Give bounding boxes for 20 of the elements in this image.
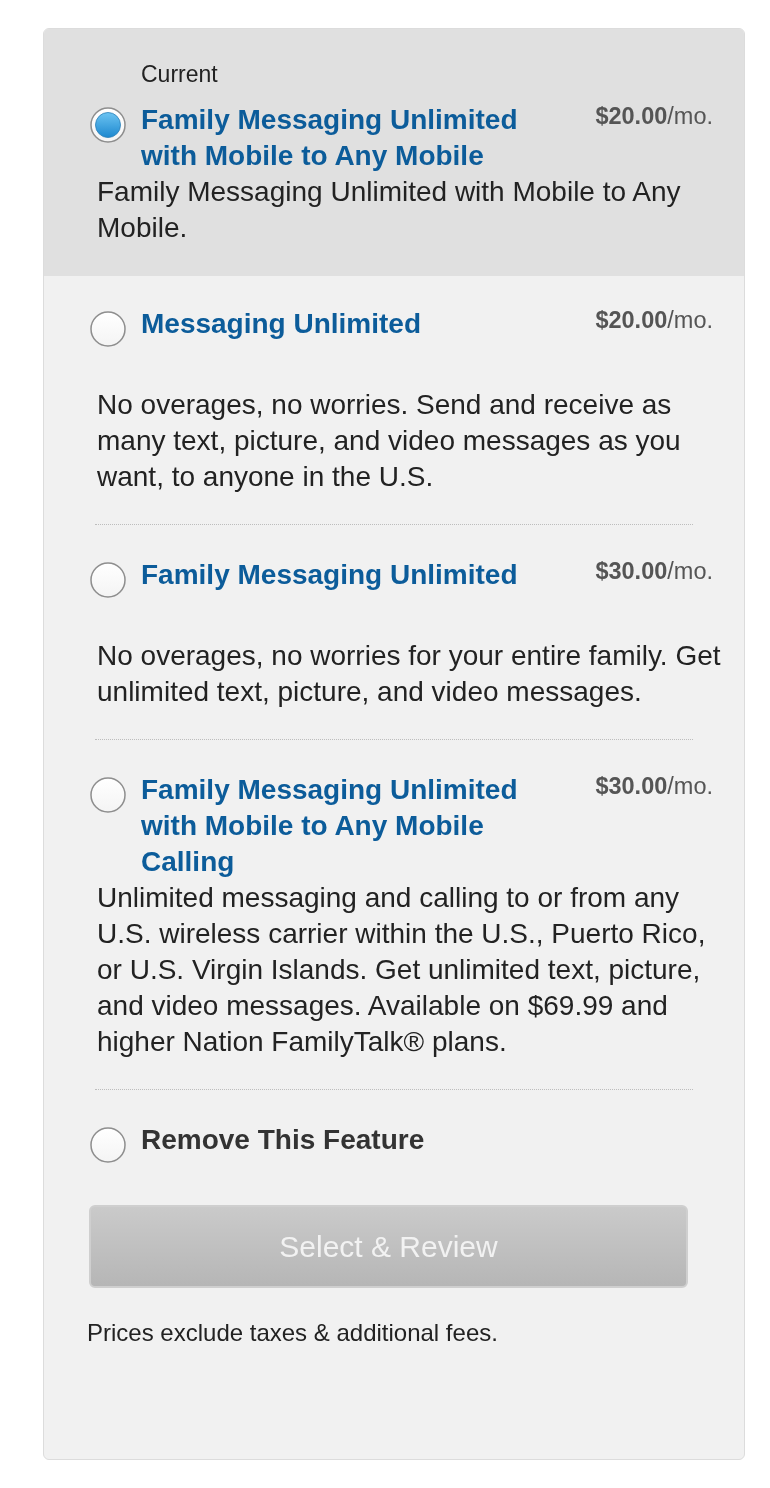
radio-button[interactable] xyxy=(90,1127,126,1163)
plan-price: $20.00/mo. xyxy=(595,102,713,130)
plan-description: Unlimited messaging and calling to or from any U.S. wireless carrier within the U.S., Puerto Rico, or U.S. Virgin Islands. Get unlimited text, picture, and video messages. Available on $69.99 and higher Nation FamilyTalk® plans. xyxy=(97,881,707,1059)
plan-price: $30.00/mo. xyxy=(595,772,713,800)
current-label: Current xyxy=(141,61,218,87)
plan-title: Family Messaging Unlimited xyxy=(141,558,519,592)
plan-price: $20.00/mo. xyxy=(595,306,713,334)
plan-title: Messaging Unlimited xyxy=(141,307,423,341)
plan-description: No overages, no worries. Send and receive as many text, picture, and video messages as you want, to anyone in the U.S. xyxy=(97,388,682,494)
plan-title: Family Messaging Unlimited with Mobile to Any Mobile Calling xyxy=(141,773,519,879)
plan-title: Remove This Feature xyxy=(141,1123,426,1157)
plan-title: Family Messaging Unlimited with Mobile to Any Mobile xyxy=(141,103,519,173)
plan-description: Family Messaging Unlimited with Mobile to Any Mobile. xyxy=(97,175,682,245)
plan-description: No overages, no worries for your entire family. Get unlimited text, picture, and video messages. xyxy=(97,639,722,709)
radio-button[interactable] xyxy=(90,107,126,143)
price-footnote: Prices exclude taxes & additional fees. xyxy=(87,1319,498,1346)
radio-button[interactable] xyxy=(90,562,126,598)
radio-button[interactable] xyxy=(90,777,126,813)
radio-button[interactable] xyxy=(90,311,126,347)
plan-price: $30.00/mo. xyxy=(595,557,713,585)
